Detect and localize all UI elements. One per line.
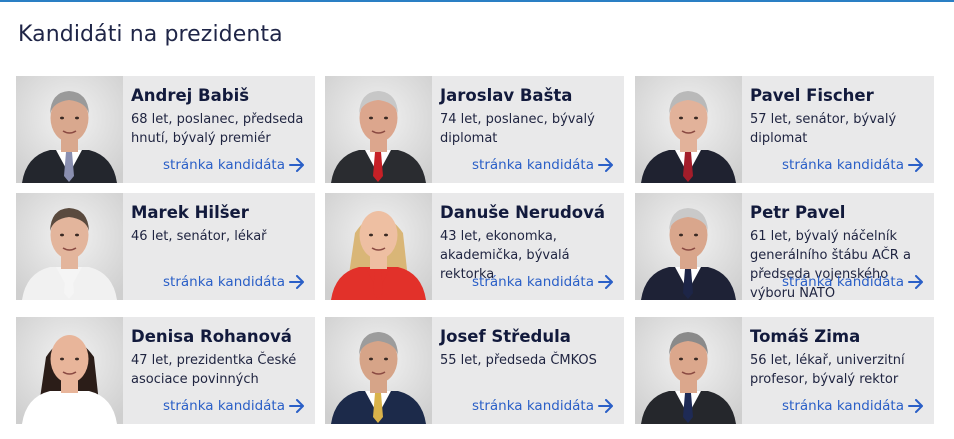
candidate-page-link[interactable]: stránka kandidáta [472,157,614,173]
candidate-page-link[interactable]: stránka kandidáta [163,274,305,290]
candidate-photo[interactable] [635,193,742,300]
candidate-photo[interactable] [325,193,432,300]
arrow-right-icon [289,399,304,413]
candidate-page-link-label[interactable]: stránka kandidáta [472,157,594,173]
candidate-page-link-label[interactable]: stránka kandidáta [782,157,904,173]
candidate-description: 68 let, poslanec, předseda hnutí, bývalý… [131,112,304,146]
candidate-card[interactable]: Josef Středula 55 let, předseda ČMKOS st… [325,317,624,424]
arrow-right-icon [598,275,613,289]
candidate-page-link[interactable]: stránka kandidáta [472,274,614,290]
candidate-description: 57 let, senátor, bývalý diplomat [750,112,897,146]
candidate-description: 55 let, předseda ČMKOS [440,353,597,368]
candidate-page-link-label[interactable]: stránka kandidáta [472,398,594,414]
arrow-right-icon [908,399,923,413]
candidate-page-link[interactable]: stránka kandidáta [163,398,305,414]
top-accent-line [0,0,954,2]
candidate-card[interactable]: Petr Pavel 61 let, bývalý náčelník gener… [635,193,934,301]
candidate-card[interactable]: Danuše Nerudová 43 let, ekonomka, akadem… [325,193,624,300]
candidate-name[interactable]: Pavel Fischer [750,86,874,105]
arrow-right-icon [908,158,923,172]
candidate-card[interactable]: Denisa Rohanová 47 let, prezidentka Česk… [16,317,315,424]
candidate-photo[interactable] [325,76,432,183]
arrow-right-icon [908,275,923,289]
candidate-description: 74 let, poslanec, bývalý diplomat [440,112,595,146]
candidate-page-link-label[interactable]: stránka kandidáta [472,274,594,290]
candidate-description: 61 let, bývalý náčelník generálního štáb… [750,229,911,301]
arrow-right-icon [289,158,304,172]
candidate-photo[interactable] [635,76,742,183]
arrow-right-icon [289,275,304,289]
candidate-page-link-label[interactable]: stránka kandidáta [782,398,904,414]
candidate-card[interactable]: Marek Hilšer 46 let, senátor, lékař strá… [16,193,315,300]
candidate-name[interactable]: Marek Hilšer [131,203,249,222]
arrow-right-icon [598,399,613,413]
candidate-card[interactable]: Pavel Fischer 57 let, senátor, bývalý di… [635,76,934,183]
candidate-page-link-label[interactable]: stránka kandidáta [163,157,285,173]
arrow-right-icon [598,158,613,172]
candidate-description: 47 let, prezidentka České asociace povin… [131,353,297,387]
page-title: Kandidáti na prezidenta [18,22,283,47]
candidate-card[interactable]: Tomáš Zima 56 let, lékař, univerzitní pr… [635,317,934,424]
candidate-name[interactable]: Petr Pavel [750,203,845,222]
candidate-description: 56 let, lékař, univerzitní profesor, býv… [750,353,905,387]
candidate-page-link[interactable]: stránka kandidáta [782,274,924,290]
candidate-page-link[interactable]: stránka kandidáta [782,157,924,173]
candidate-name[interactable]: Danuše Nerudová [440,203,605,222]
candidate-page-link[interactable]: stránka kandidáta [472,398,614,414]
candidate-name[interactable]: Josef Středula [440,327,571,346]
candidate-photo[interactable] [325,317,432,424]
candidate-name[interactable]: Andrej Babiš [131,86,249,105]
candidate-photo[interactable] [16,76,123,183]
candidate-name[interactable]: Jaroslav Bašta [440,86,572,105]
candidate-photo[interactable] [16,193,123,300]
candidate-page-link-label[interactable]: stránka kandidáta [163,274,285,290]
candidate-page-link-label[interactable]: stránka kandidáta [163,398,285,414]
candidate-name[interactable]: Denisa Rohanová [131,327,292,346]
candidate-page-link[interactable]: stránka kandidáta [782,398,924,414]
candidate-name[interactable]: Tomáš Zima [750,327,860,346]
candidate-description: 46 let, senátor, lékař [131,229,267,244]
candidate-card[interactable]: Andrej Babiš 68 let, poslanec, předseda … [16,76,315,183]
candidate-card[interactable]: Jaroslav Bašta 74 let, poslanec, bývalý … [325,76,624,183]
candidate-photo[interactable] [635,317,742,424]
candidate-page-link-label[interactable]: stránka kandidáta [782,274,904,290]
candidate-page-link[interactable]: stránka kandidáta [163,157,305,173]
candidate-photo[interactable] [16,317,123,424]
